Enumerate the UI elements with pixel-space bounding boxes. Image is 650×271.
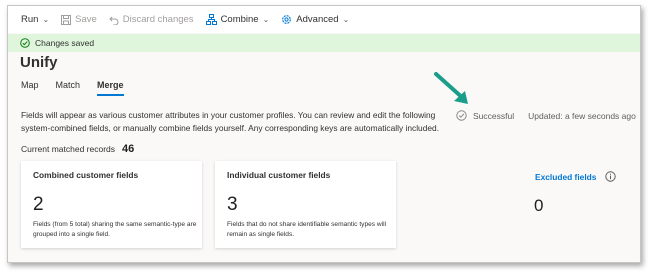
card-title: Individual customer fields: [227, 170, 331, 180]
card-title: Combined customer fields: [33, 170, 139, 180]
matched-records-label: Current matched records: [21, 144, 116, 154]
chevron-down-icon: ⌄: [342, 15, 350, 24]
page-title: Unify: [20, 54, 58, 71]
excluded-fields-count: 0: [534, 196, 544, 215]
card-description: Fields (from 5 total) sharing the same s…: [33, 221, 197, 238]
save-icon: [61, 14, 72, 25]
chevron-down-icon: ⌄: [42, 15, 50, 24]
advanced-label: Advanced: [296, 14, 339, 25]
discard-changes-button[interactable]: Discard changes: [103, 6, 200, 33]
undo-icon: [109, 15, 119, 25]
banner-message: Changes saved: [35, 38, 95, 48]
checkmark-circle-icon: [20, 38, 30, 48]
combine-label: Combine: [220, 14, 259, 25]
chevron-down-icon: ⌄: [262, 15, 270, 24]
advanced-button[interactable]: Advanced ⌄: [275, 6, 355, 33]
run-button[interactable]: Run ⌄: [8, 6, 55, 33]
combine-icon: [205, 14, 217, 25]
card-value: 2: [33, 194, 44, 215]
command-bar: Run ⌄ Save Discard changes Combine ⌄ Adv…: [8, 6, 640, 33]
success-banner: Changes saved: [8, 34, 640, 52]
checkmark-circle-icon: [456, 110, 467, 121]
card-value: 3: [227, 194, 238, 215]
tab-merge[interactable]: Merge: [97, 80, 124, 96]
excluded-fields-link[interactable]: Excluded fields: [535, 172, 596, 182]
app-window: Run ⌄ Save Discard changes Combine ⌄ Adv…: [7, 5, 641, 263]
card-description: Fields that do not share identifiable se…: [227, 221, 387, 238]
run-label: Run: [21, 14, 39, 25]
individual-fields-card[interactable]: Individual customer fields 3 Fields that…: [215, 161, 396, 248]
combine-button[interactable]: Combine ⌄: [200, 6, 276, 33]
tab-bar: Map Match Merge: [21, 80, 141, 96]
combined-fields-card[interactable]: Combined customer fields 2 Fields (from …: [21, 161, 202, 248]
save-label: Save: [75, 14, 97, 25]
tab-match[interactable]: Match: [56, 80, 81, 96]
merge-status: Successful Updated: a few seconds ago: [456, 110, 636, 121]
info-icon[interactable]: [605, 171, 617, 182]
gear-icon: [281, 14, 292, 25]
excluded-fields: Excluded fields: [535, 171, 617, 182]
matched-records: Current matched records 46: [21, 143, 134, 155]
page-description: Fields will appear as various customer a…: [21, 110, 440, 133]
annotation-arrow-icon: [434, 72, 468, 104]
discard-changes-label: Discard changes: [122, 14, 194, 25]
updated-timestamp: Updated: a few seconds ago: [528, 110, 636, 121]
tab-map[interactable]: Map: [21, 80, 39, 96]
matched-records-count: 46: [122, 143, 135, 155]
save-button[interactable]: Save: [55, 6, 103, 33]
status-label: Successful: [473, 110, 515, 121]
